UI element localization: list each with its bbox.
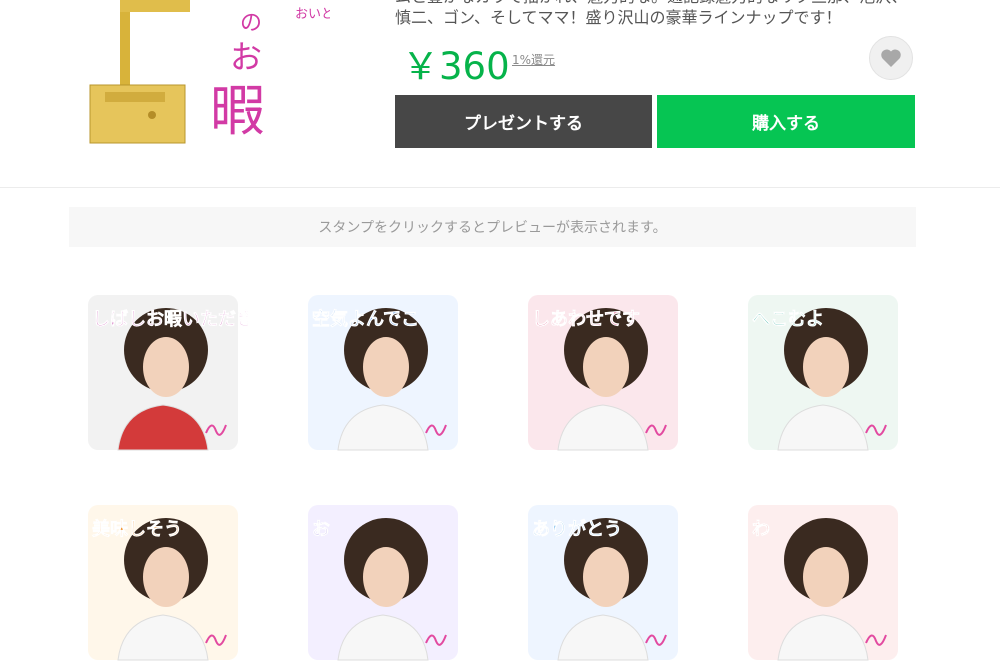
sticker-image: わ [748, 505, 898, 661]
sticker-image: お [308, 505, 458, 661]
fan-knob [148, 111, 156, 119]
title-art-2: の [240, 11, 262, 36]
fan-stand [120, 0, 130, 95]
person-face [583, 337, 629, 397]
title-art-3: お [230, 38, 262, 76]
sticker-item[interactable]: 美味しそう [78, 495, 248, 665]
person-face [363, 337, 409, 397]
sticker-image: しあわせです [528, 295, 678, 451]
sticker-image: 美味しそう [88, 505, 238, 661]
present-button[interactable]: プレゼントする [395, 95, 652, 148]
sticker-caption: しばしお暇いただきます [92, 309, 248, 330]
product-description: ムと豊かなカラで描かれ、魅力的な。通記録魅力的なリク旦那、池沢、 慎二、ゴン、そ… [395, 0, 907, 27]
sticker-image: ありがとう [528, 505, 678, 661]
title-art-1: おいとま [295, 7, 330, 22]
heart-icon [881, 49, 901, 67]
preview-notice: スタンプをクリックするとプレビューが表示されます。 [69, 207, 916, 247]
person-face [143, 547, 189, 607]
person-face [803, 337, 849, 397]
divider [0, 187, 1000, 188]
sticker-item[interactable]: しあわせです [518, 285, 688, 455]
sticker-image: しばしお暇いただきます [88, 295, 290, 451]
sticker-image: へこむよ [748, 295, 898, 451]
price: ￥360 [402, 45, 510, 88]
sticker-caption: 空気よんでこ [312, 308, 419, 330]
fan-guard-edge [120, 0, 190, 12]
sticker-item[interactable]: しばしお暇いただきます [78, 285, 290, 455]
person-face [583, 547, 629, 607]
sticker-caption: お [312, 519, 330, 540]
fan-base-top [105, 92, 165, 102]
person-face [803, 547, 849, 607]
person-face [143, 337, 189, 397]
sticker-caption: 美味しそう [92, 518, 182, 540]
sticker-item[interactable]: へこむよ [738, 285, 908, 455]
title-art-4: 暇 [210, 79, 265, 143]
sticker-item[interactable]: わ [738, 495, 908, 665]
sticker-item[interactable]: ありがとう [518, 495, 688, 665]
person-face [363, 547, 409, 607]
product-header: おいとま の お 暇 ムと豊かなカラで描かれ、魅力的な。通記録魅力的なリク旦那、… [0, 0, 1000, 187]
sticker-image: 空気よんでこ [308, 295, 458, 451]
sticker-caption: しあわせです [532, 309, 640, 330]
main-sticker-image: おいとま の お 暇 [80, 0, 347, 150]
buy-button[interactable]: 購入する [657, 95, 915, 148]
sticker-caption: ありがとう [532, 518, 622, 540]
sticker-item[interactable]: お [298, 495, 468, 665]
sticker-caption: へこむよ [752, 309, 824, 330]
reward-link[interactable]: 1%還元 [512, 51, 555, 68]
favorite-button[interactable] [869, 36, 913, 80]
sticker-item[interactable]: 空気よんでこ [298, 285, 468, 455]
sticker-caption: わ [752, 519, 770, 540]
